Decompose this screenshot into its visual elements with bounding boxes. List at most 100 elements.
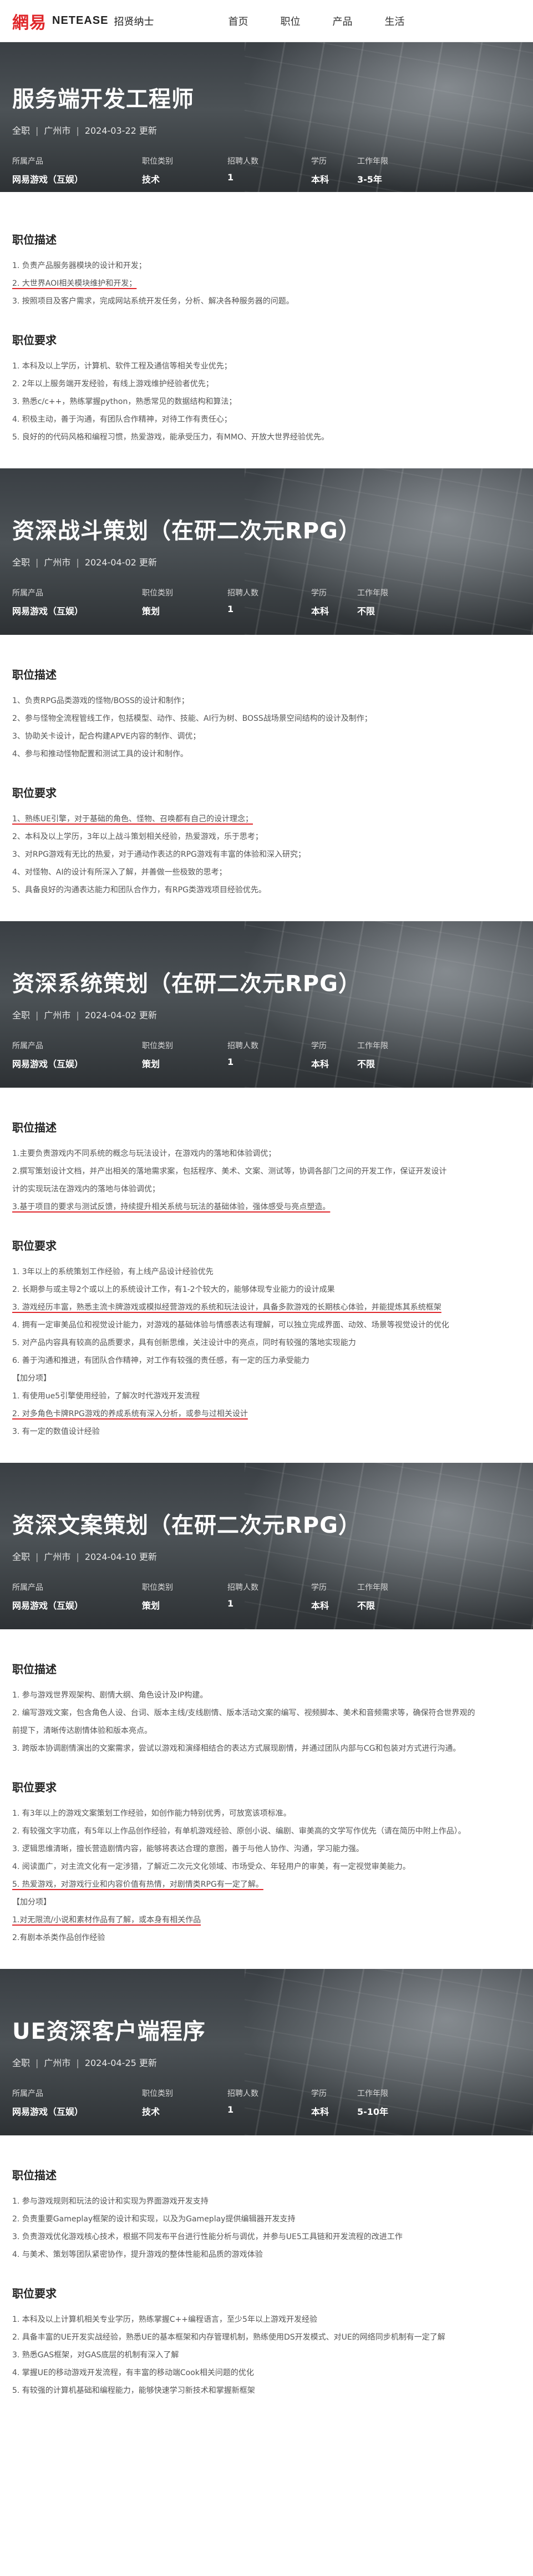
job-type: 全职 — [12, 125, 31, 136]
nav-link-home[interactable]: 首页 — [228, 14, 248, 28]
info-value-experience: 3-5年 — [357, 174, 382, 185]
job-requirement-line: 5. 对产品内容具有较高的品质要求，具有创新思维，关注设计中的亮点，同时有较强的… — [12, 1338, 356, 1347]
job-requirement-line: 1. 本科及以上学历，计算机、软件工程及通信等相关专业优先； — [12, 362, 232, 371]
nav-link-jobs[interactable]: 职位 — [280, 14, 300, 28]
job-info-table: 所属产品 职位类别 招聘人数 学历 工作年限 网易游戏（互娱） 策划 1 本科 … — [12, 1582, 521, 1612]
job-requirement-line: 4. 掌握UE的移动游戏开发流程，有丰富的移动端Cook相关问题的优化 — [12, 2368, 254, 2377]
info-header-education: 学历 — [311, 2089, 327, 2098]
job-requirement-line: 3、对RPG游戏有无比的热爱，对于通动作表达的RPG游戏有丰富的体验和深入研究； — [12, 850, 306, 859]
info-value-education: 本科 — [311, 174, 329, 185]
job-requirement-line: 1.对无限流/小说和素材作品有了解，或本身有相关作品 — [12, 1911, 521, 1929]
info-value-education: 本科 — [311, 606, 329, 617]
job-description-line: 4. 与美术、策划等团队紧密协作，提升游戏的整体性能和品质的游戏体验 — [12, 2250, 263, 2259]
info-value-category: 策划 — [142, 606, 160, 617]
job-description-line: 2、参与怪物全流程管线工作，包括模型、动作、技能、AI行为树、BOSS战场景空间… — [12, 714, 372, 723]
job-requirement-line: 1. 有使用ue5引擎使用经验，了解次时代游戏开发流程 — [12, 1392, 200, 1401]
job-updated-date: 2024-04-25 更新 — [84, 2058, 157, 2068]
job-description-line: 3、协助关卡设计，配合构建APVE内容的制作、调优； — [12, 732, 201, 741]
netease-logo-mark[interactable]: 網易 — [12, 9, 47, 33]
job-section: 服务端开发工程师 全职 | 广州市 | 2024-03-22 更新 所属产品 职位类别 … — [0, 42, 533, 468]
info-value-headcount: 1 — [227, 1057, 234, 1067]
job-content: 职位描述 1.主要负责游戏内不同系统的概念与玩法设计，在游戏内的落地和体验调优；… — [0, 1088, 533, 1463]
job-hero: UE资深客户端程序 全职 | 广州市 | 2024-04-25 更新 所属产品 职位类别… — [0, 1969, 533, 2135]
netease-logo-text: NETEASE — [52, 14, 109, 27]
highlighted-text: 5. 热爱游戏，对游戏行业和内容价值有热情，对剧情类RPG有一定了解。 — [12, 1880, 263, 1889]
job-requirement-line: 2.有剧本杀类作品创作经验 — [12, 1933, 105, 1942]
info-value-product: 网易游戏（互娱） — [12, 174, 84, 185]
job-info-table: 所属产品 职位类别 招聘人数 学历 工作年限 网易游戏（互娱） 技术 1 本科 … — [12, 155, 521, 185]
job-description-line: 2.撰写策划设计文档，并产出相关的落地需求案，包括程序、美术、文案、测试等，协调… — [12, 1167, 447, 1176]
job-title: 资深战斗策划（在研二次元RPG） — [12, 518, 361, 544]
job-meta: 全职 | 广州市 | 2024-04-25 更新 — [12, 2058, 157, 2068]
job-meta: 全职 | 广州市 | 2024-04-02 更新 — [12, 557, 157, 568]
job-description-title: 职位描述 — [12, 668, 57, 681]
job-title: UE资深客户端程序 — [12, 2019, 206, 2044]
info-header-product: 所属产品 — [12, 1583, 43, 1592]
info-value-product: 网易游戏（互娱） — [12, 1059, 84, 1069]
info-header-experience: 工作年限 — [357, 2089, 388, 2098]
info-header-experience: 工作年限 — [357, 157, 388, 166]
info-value-category: 策划 — [142, 1600, 160, 1611]
job-type: 全职 — [12, 2058, 31, 2068]
job-description-title: 职位描述 — [12, 233, 57, 246]
info-value-category: 策划 — [142, 1059, 160, 1069]
job-description-line: 计的实现玩法在游戏内的落地与体验调优； — [12, 1185, 160, 1194]
info-value-education: 本科 — [311, 2107, 329, 2117]
job-description-line: 2. 大世界AOI相关模块维护和开发； — [12, 275, 521, 292]
job-requirement-line: 1. 本科及以上计算机相关专业学历，熟练掌握C++编程语言，至少5年以上游戏开发… — [12, 2315, 317, 2324]
job-requirement-line: 2. 2年以上服务端开发经验，有线上游戏维护经验者优先； — [12, 380, 214, 388]
info-header-headcount: 招聘人数 — [227, 1042, 258, 1050]
job-requirement-line: 1、熟练UE引擎，对于基础的角色、怪物、召唤都有自己的设计理念； — [12, 810, 521, 828]
job-description-line: 3. 负责游戏优化游戏核心技术，根据不同发布平台进行性能分析与调优，并参与UE5… — [12, 2232, 403, 2241]
job-info-table: 所属产品 职位类别 招聘人数 学历 工作年限 网易游戏（互娱） 策划 1 本科 … — [12, 1040, 521, 1070]
info-header-category: 职位类别 — [142, 589, 173, 598]
job-requirement-line: 4. 阅读面广，对主流文化有一定涉猎，了解近二次元文化领域、市场受众、年轻用户的… — [12, 1862, 410, 1871]
info-value-category: 技术 — [142, 2107, 160, 2117]
job-requirement-line: 4. 拥有一定审美品位和视觉设计能力，对游戏的基础体验与情感表达有理解，可以独立… — [12, 1321, 449, 1330]
job-hero: 资深战斗策划（在研二次元RPG） 全职 | 广州市 | 2024-04-02 更新 所属… — [0, 468, 533, 635]
job-description-line: 1.主要负责游戏内不同系统的概念与玩法设计，在游戏内的落地和体验调优； — [12, 1149, 276, 1158]
job-requirement-line: 5. 良好的的代码风格和编程习惯，热爱游戏，能承受压力，有MMO、开放大世界经验… — [12, 433, 329, 442]
info-header-education: 学历 — [311, 157, 327, 166]
job-updated-date: 2024-04-10 更新 — [84, 1552, 157, 1562]
info-header-headcount: 招聘人数 — [227, 589, 258, 598]
info-value-category: 技术 — [142, 174, 160, 185]
job-description-line: 1、负责RPG品类游戏的怪物/BOSS的设计和制作； — [12, 696, 189, 705]
info-value-education: 本科 — [311, 1600, 329, 1611]
highlighted-text: 1、熟练UE引擎，对于基础的角色、怪物、召唤都有自己的设计理念； — [12, 815, 253, 824]
highlighted-text: 3. 游戏经历丰富，熟悉主流卡牌游戏或模拟经营游戏的系统和玩法设计，具备多款游戏… — [12, 1303, 441, 1312]
job-requirement-line: 3. 熟悉GAS框架，对GAS底层的机制有深入了解 — [12, 2351, 179, 2360]
job-section: 资深系统策划（在研二次元RPG） 全职 | 广州市 | 2024-04-02 更新 所属… — [0, 921, 533, 1463]
job-description-line: 2. 负责重要Gameplay框架的设计和实现，以及为Gameplay提供编辑器… — [12, 2215, 296, 2224]
job-description-line: 前提下，清晰传达剧情体验和版本亮点。 — [12, 1726, 152, 1735]
job-title: 服务端开发工程师 — [12, 87, 194, 112]
info-header-category: 职位类别 — [142, 1042, 173, 1050]
job-requirement-line: 3. 熟悉c/c++，熟练掌握python，熟悉常见的数据结构和算法； — [12, 397, 237, 406]
info-value-product: 网易游戏（互娱） — [12, 1600, 84, 1611]
job-hero: 资深文案策划（在研二次元RPG） 全职 | 广州市 | 2024-04-10 更新 所属… — [0, 1463, 533, 1629]
job-city: 广州市 — [44, 125, 71, 136]
job-updated-date: 2024-03-22 更新 — [84, 125, 157, 136]
nav-link-products[interactable]: 产品 — [332, 14, 352, 28]
job-title: 资深文案策划（在研二次元RPG） — [12, 1513, 361, 1538]
job-type: 全职 — [12, 1010, 31, 1021]
job-requirement-line: 2. 有较强文字功底，有5年以上作品创作经验，有单机游戏经验、原创小说、编剧、审… — [12, 1827, 466, 1836]
job-requirements-title: 职位要求 — [12, 1239, 57, 1252]
job-type: 全职 — [12, 557, 31, 568]
job-requirement-line: 4、对怪物、AI的设计有所深入了解，并善做一些极致的思考； — [12, 868, 227, 877]
highlighted-text: 2. 大世界AOI相关模块维护和开发； — [12, 279, 137, 288]
job-requirements-title: 职位要求 — [12, 786, 57, 800]
info-value-experience: 不限 — [357, 606, 375, 617]
job-requirement-line: 3. 游戏经历丰富，熟悉主流卡牌游戏或模拟经营游戏的系统和玩法设计，具备多款游戏… — [12, 1299, 521, 1316]
job-meta: 全职 | 广州市 | 2024-04-10 更新 — [12, 1552, 157, 1562]
info-value-experience: 不限 — [357, 1600, 375, 1611]
job-content: 职位描述 1、负责RPG品类游戏的怪物/BOSS的设计和制作； 2、参与怪物全流… — [0, 635, 533, 921]
nav-link-life[interactable]: 生活 — [384, 14, 404, 28]
info-header-experience: 工作年限 — [357, 589, 388, 598]
job-description-line: 3. 按照项目及客户需求，完成网站系统开发任务，分析、解决各种服务器的问题。 — [12, 297, 294, 306]
info-header-experience: 工作年限 — [357, 1042, 388, 1050]
job-updated-date: 2024-04-02 更新 — [84, 557, 157, 568]
job-description-title: 职位描述 — [12, 1663, 57, 1676]
job-info-table: 所属产品 职位类别 招聘人数 学历 工作年限 网易游戏（互娱） 策划 1 本科 … — [12, 587, 521, 617]
info-header-experience: 工作年限 — [357, 1583, 388, 1592]
